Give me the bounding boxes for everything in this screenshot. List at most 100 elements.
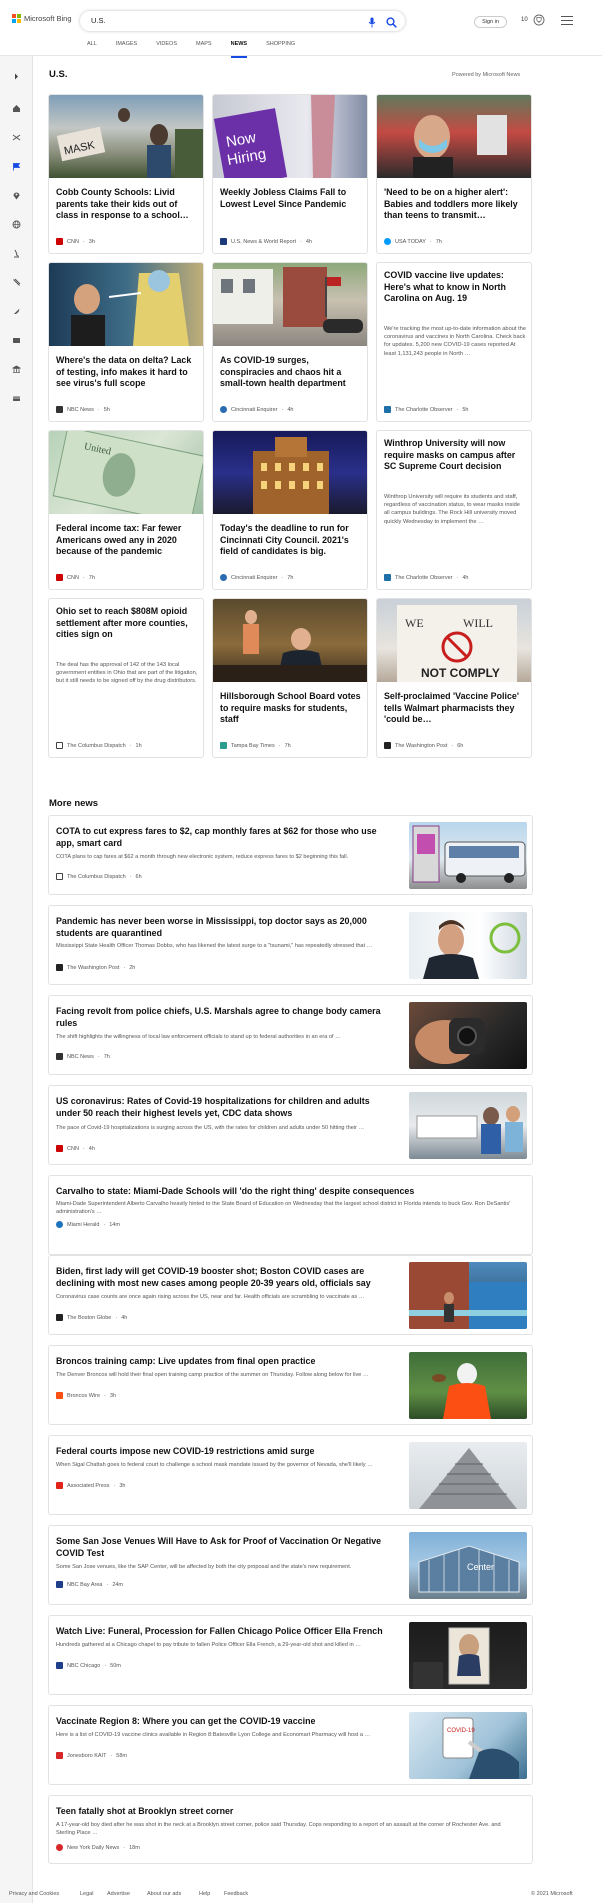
- tab-maps[interactable]: MAPS: [196, 41, 212, 53]
- item-source[interactable]: The Boston Globe · 4h: [56, 1314, 127, 1321]
- news-list-item[interactable]: Teen fatally shot at Brooklyn street cor…: [48, 1795, 533, 1864]
- rewards-count[interactable]: 10: [521, 17, 528, 23]
- item-title[interactable]: Carvalho to state: Miami-Dade Schools wi…: [56, 1185, 516, 1197]
- card-title[interactable]: Winthrop University will now require mas…: [384, 438, 526, 473]
- rocket-icon[interactable]: [12, 303, 21, 314]
- news-list-item[interactable]: Broncos training camp: Live updates from…: [48, 1345, 533, 1425]
- location-pin-icon[interactable]: [12, 187, 21, 200]
- news-list-item[interactable]: COTA to cut express fares to $2, cap mon…: [48, 815, 533, 895]
- card-title[interactable]: Weekly Jobless Claims Fall to Lowest Lev…: [220, 187, 362, 210]
- tab-shopping[interactable]: SHOPPING: [266, 41, 295, 53]
- card-title[interactable]: 'Need to be on a higher alert': Babies a…: [384, 187, 526, 222]
- shuffle-icon[interactable]: [12, 129, 21, 141]
- search-icon[interactable]: [386, 15, 397, 28]
- card-source[interactable]: CNN · 7h: [56, 574, 95, 581]
- card-source[interactable]: CNN · 3h: [56, 238, 95, 245]
- card-title[interactable]: Hillsborough School Board votes to requi…: [220, 691, 362, 726]
- news-card[interactable]: As COVID-19 surges, conspiracies and cha…: [212, 262, 368, 422]
- news-list-item[interactable]: Facing revolt from police chiefs, U.S. M…: [48, 995, 533, 1075]
- home-icon[interactable]: [12, 100, 21, 112]
- item-source[interactable]: NBC News · 7h: [56, 1053, 110, 1060]
- news-card[interactable]: COVID vaccine live updates: Here's what …: [376, 262, 532, 422]
- microscope-icon[interactable]: [12, 245, 21, 258]
- item-title[interactable]: Some San Jose Venues Will Have to Ask fo…: [56, 1535, 396, 1559]
- film-icon[interactable]: [12, 274, 21, 286]
- footer-link-privacy[interactable]: Privacy and Cookies: [9, 1891, 59, 1897]
- item-title[interactable]: US coronavirus: Rates of Covid-19 hospit…: [56, 1095, 396, 1119]
- news-card[interactable]: Winthrop University will now require mas…: [376, 430, 532, 590]
- news-card[interactable]: MASK Cobb County Schools: Livid parents …: [48, 94, 204, 254]
- item-title[interactable]: Facing revolt from police chiefs, U.S. M…: [56, 1005, 396, 1029]
- card-source[interactable]: The Charlotte Observer · 4h: [384, 574, 468, 581]
- card-source[interactable]: Cincinnati Enquirer · 4h: [220, 406, 293, 413]
- card-source[interactable]: The Columbus Dispatch · 1h: [56, 742, 142, 749]
- item-source[interactable]: New York Daily News · 18m: [56, 1844, 140, 1851]
- news-list-item[interactable]: US coronavirus: Rates of Covid-19 hospit…: [48, 1085, 533, 1165]
- item-title[interactable]: Teen fatally shot at Brooklyn street cor…: [56, 1805, 516, 1817]
- news-card[interactable]: Hillsborough School Board votes to requi…: [212, 598, 368, 758]
- chevron-right-icon[interactable]: [12, 68, 21, 80]
- footer-link-help[interactable]: Help: [199, 1891, 210, 1897]
- card-source[interactable]: Tampa Bay Times · 7h: [220, 742, 291, 749]
- item-title[interactable]: Vaccinate Region 8: Where you can get th…: [56, 1715, 396, 1727]
- powered-by-label[interactable]: Powered by Microsoft News: [452, 72, 520, 78]
- footer-link-advertise[interactable]: Advertise: [107, 1891, 130, 1897]
- footer-link-about-ads[interactable]: About our ads: [147, 1891, 181, 1897]
- footer-link-feedback[interactable]: Feedback: [224, 1891, 248, 1897]
- card-source[interactable]: Cincinnati Enquirer · 7h: [220, 574, 293, 581]
- search-input[interactable]: U.S.: [91, 16, 106, 25]
- globe-icon[interactable]: [12, 216, 21, 229]
- tab-images[interactable]: IMAGES: [116, 41, 137, 53]
- tab-videos[interactable]: VIDEOS: [156, 41, 177, 53]
- card-source[interactable]: The Charlotte Observer · 5h: [384, 406, 468, 413]
- tv-icon[interactable]: [12, 332, 21, 343]
- card-title[interactable]: Cobb County Schools: Livid parents take …: [56, 187, 198, 222]
- item-source[interactable]: NBC Bay Area · 24m: [56, 1581, 123, 1588]
- news-list-item[interactable]: Watch Live: Funeral, Procession for Fall…: [48, 1615, 533, 1695]
- tab-all[interactable]: ALL: [87, 41, 97, 53]
- news-list-item[interactable]: Pandemic has never been worse in Mississ…: [48, 905, 533, 985]
- news-card[interactable]: Now Hiring Weekly Jobless Claims Fall to …: [212, 94, 368, 254]
- card-title[interactable]: Self-proclaimed 'Vaccine Police' tells W…: [384, 691, 526, 726]
- item-source[interactable]: Broncos Wire · 3h: [56, 1392, 116, 1399]
- news-card[interactable]: United Federal income tax: Far fewer Ame…: [48, 430, 204, 590]
- sign-in-button[interactable]: Sign in: [474, 16, 507, 28]
- tab-news[interactable]: NEWS: [230, 41, 247, 58]
- news-list-item[interactable]: Federal courts impose new COVID-19 restr…: [48, 1435, 533, 1515]
- card-title[interactable]: Ohio set to reach $808M opioid settlemen…: [56, 606, 198, 641]
- bank-icon[interactable]: [11, 361, 22, 373]
- item-title[interactable]: COTA to cut express fares to $2, cap mon…: [56, 825, 396, 849]
- item-source[interactable]: Jonesboro KAIT · 58m: [56, 1752, 127, 1759]
- flag-icon[interactable]: [12, 158, 21, 171]
- card-source[interactable]: NBC News · 5h: [56, 406, 110, 413]
- item-source[interactable]: The Washington Post · 2h: [56, 964, 135, 971]
- card-source[interactable]: USA TODAY · 7h: [384, 238, 442, 245]
- bing-logo[interactable]: Microsoft Bing: [12, 14, 72, 23]
- news-card[interactable]: Today's the deadline to run for Cincinna…: [212, 430, 368, 590]
- card-title[interactable]: COVID vaccine live updates: Here's what …: [384, 270, 526, 305]
- rewards-trophy-icon[interactable]: [533, 14, 545, 28]
- item-title[interactable]: Biden, first lady will get COVID-19 boos…: [56, 1265, 396, 1289]
- item-title[interactable]: Federal courts impose new COVID-19 restr…: [56, 1445, 396, 1457]
- news-card[interactable]: Ohio set to reach $808M opioid settlemen…: [48, 598, 204, 758]
- card-title[interactable]: Where's the data on delta? Lack of testi…: [56, 355, 198, 390]
- card-title[interactable]: Today's the deadline to run for Cincinna…: [220, 523, 362, 558]
- card-title[interactable]: As COVID-19 surges, conspiracies and cha…: [220, 355, 362, 390]
- item-source[interactable]: The Columbus Dispatch · 6h: [56, 873, 142, 880]
- footer-link-legal[interactable]: Legal: [80, 1891, 93, 1897]
- item-source[interactable]: CNN · 4h: [56, 1145, 95, 1152]
- card-source[interactable]: U.S. News & World Report · 4h: [220, 238, 312, 245]
- news-list-item[interactable]: Biden, first lady will get COVID-19 boos…: [48, 1255, 533, 1335]
- microphone-icon[interactable]: [368, 15, 376, 28]
- news-card[interactable]: Where's the data on delta? Lack of testi…: [48, 262, 204, 422]
- news-list-item[interactable]: Vaccinate Region 8: Where you can get th…: [48, 1705, 533, 1785]
- item-title[interactable]: Pandemic has never been worse in Mississ…: [56, 915, 396, 939]
- item-title[interactable]: Watch Live: Funeral, Procession for Fall…: [56, 1625, 396, 1637]
- item-source[interactable]: Miami Herald · 14m: [56, 1221, 120, 1228]
- news-list-item[interactable]: Some San Jose Venues Will Have to Ask fo…: [48, 1525, 533, 1605]
- menu-icon[interactable]: [561, 16, 573, 25]
- news-card[interactable]: WE WILL NOT COMPLY Self-proclaimed 'Vaccin…: [376, 598, 532, 758]
- item-source[interactable]: Associated Press · 3h: [56, 1482, 125, 1489]
- wallet-icon[interactable]: [12, 390, 21, 401]
- card-title[interactable]: Federal income tax: Far fewer Americans …: [56, 523, 198, 558]
